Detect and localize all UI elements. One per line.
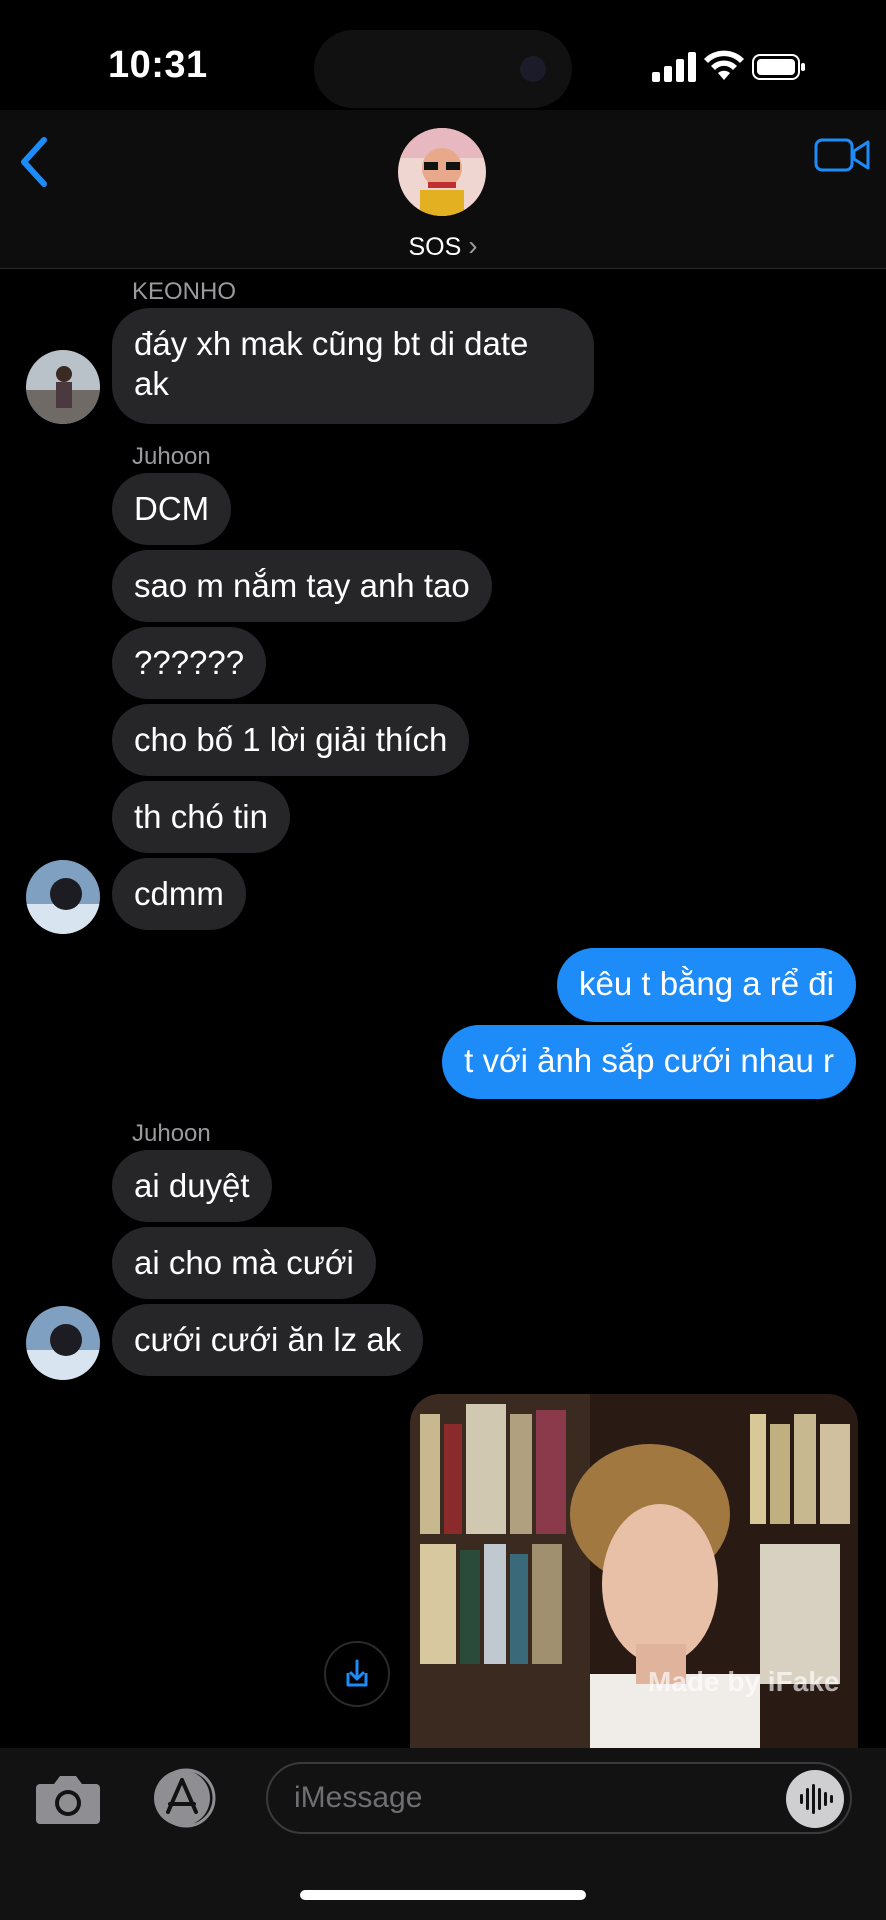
contact-name: SOS	[408, 233, 462, 261]
message-line: đáy xh mak cũng bt di date	[134, 325, 529, 362]
camera-icon[interactable]	[34, 1770, 102, 1826]
waveform-icon	[800, 1784, 833, 1814]
avatar-image	[26, 860, 100, 934]
sender-label: Juhoon	[132, 443, 211, 470]
message-bubble[interactable]: cho bố 1 lời giải thích	[112, 704, 470, 776]
audio-message-button[interactable]	[786, 1770, 844, 1828]
watermark-text: Made by iFake	[648, 1666, 840, 1697]
battery-icon	[752, 54, 805, 80]
message-bubble[interactable]: th chó tin	[112, 781, 290, 853]
message-bubble[interactable]: sao m nắm tay anh tao	[112, 550, 492, 622]
contact-avatar-image	[398, 128, 486, 216]
camera-dot	[520, 56, 546, 82]
home-indicator	[300, 1890, 586, 1900]
wifi-icon	[704, 50, 744, 80]
message-input-placeholder: iMessage	[294, 1781, 423, 1814]
signal-icon	[652, 52, 696, 82]
message-bubble[interactable]: ai cho mà cưới	[112, 1227, 376, 1299]
sender-label: KEONHO	[132, 278, 237, 305]
message-bubble[interactable]: đáy xh mak cũng bt di date ak	[112, 308, 594, 424]
message-bubble-outgoing[interactable]: t với ảnh sắp cưới nhau r	[442, 1025, 856, 1099]
message-bubble[interactable]: DCM	[112, 473, 232, 545]
message-bubble[interactable]: cưới cưới ăn lz ak	[112, 1304, 424, 1376]
save-photo-button[interactable]	[324, 1641, 390, 1707]
avatar-image	[26, 1306, 100, 1380]
avatar-image	[26, 350, 100, 424]
video-call-icon[interactable]	[814, 136, 870, 174]
back-chevron-icon[interactable]	[14, 134, 54, 190]
message-bubble[interactable]: cdmm	[112, 858, 246, 930]
message-bubble-outgoing[interactable]: kêu t bằng a rể đi	[556, 948, 856, 1022]
app-store-icon[interactable]	[146, 1768, 224, 1828]
download-icon	[346, 1659, 368, 1687]
status-time: 10:31	[108, 44, 208, 86]
photo-attachment[interactable]: Made by iFake	[410, 1394, 858, 1748]
contact-avatar[interactable]	[398, 128, 486, 216]
sender-avatar-juhoon[interactable]	[26, 860, 100, 934]
sender-avatar-keonho[interactable]	[26, 350, 100, 424]
sender-label: Juhoon	[132, 1120, 211, 1147]
message-bubble[interactable]: ??????	[112, 627, 267, 699]
contact-chevron-icon: ›	[468, 230, 478, 261]
message-line: ak	[134, 365, 169, 402]
contact-name-button[interactable]: SOS ›	[0, 230, 886, 262]
message-bubble[interactable]: ai duyệt	[112, 1150, 272, 1222]
sender-avatar-juhoon[interactable]	[26, 1306, 100, 1380]
